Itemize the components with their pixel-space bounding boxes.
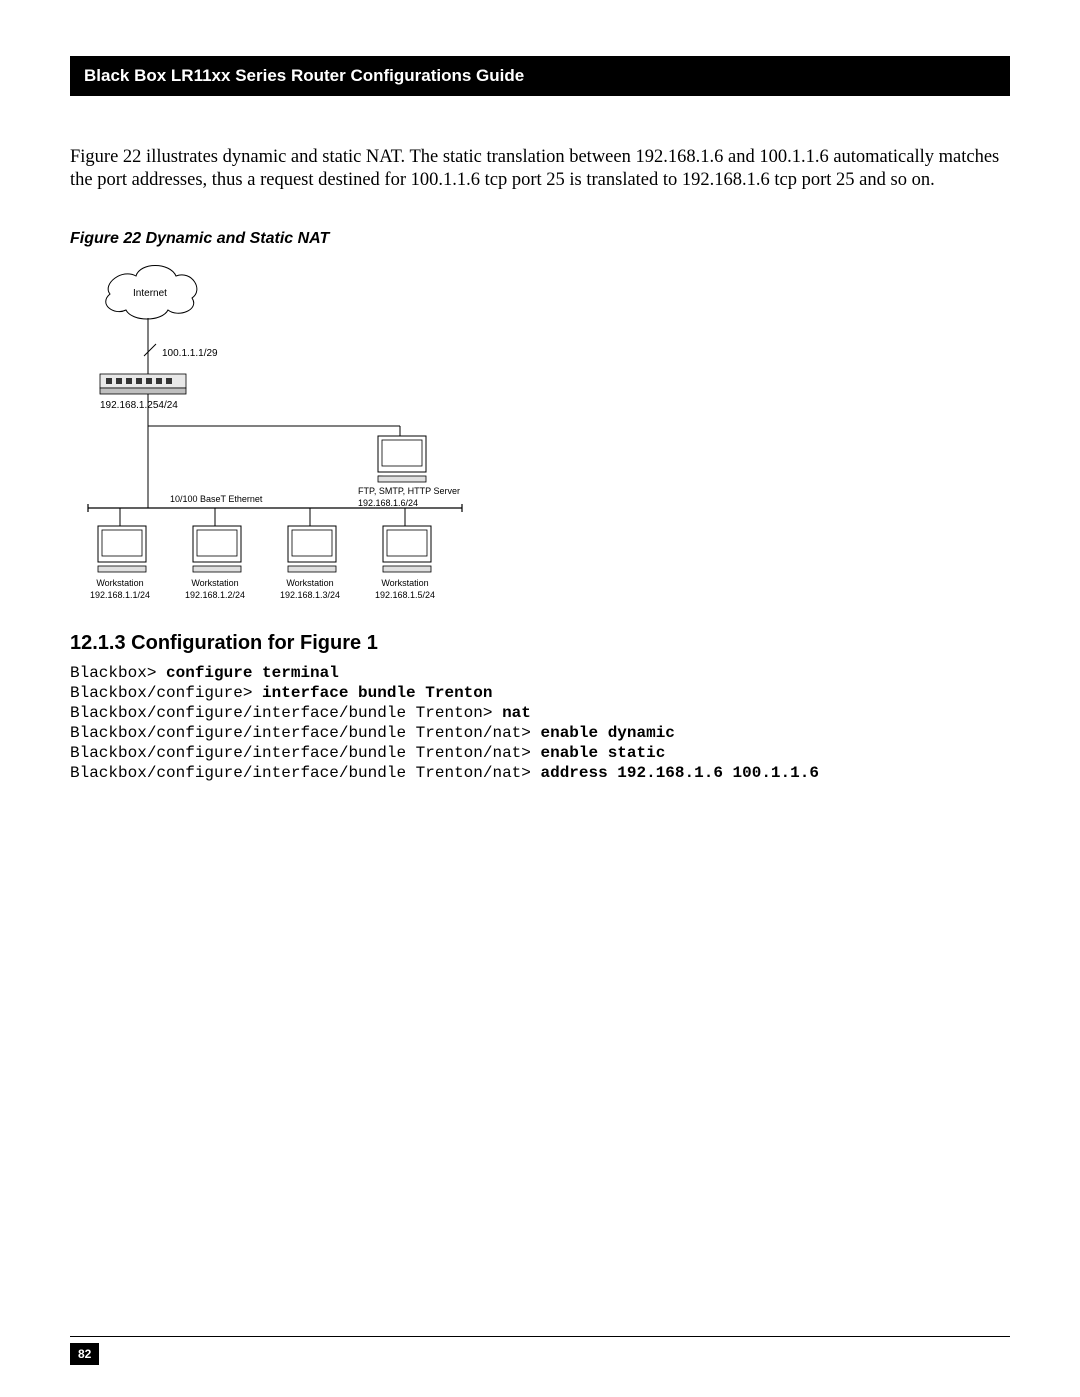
terminal-prompt: Blackbox/configure/interface/bundle Tren… [70, 764, 540, 782]
figure-diagram: Internet 100.1.1.1/29 192.168.1.254/24 [70, 256, 1010, 626]
ws1-name: Workstation [96, 578, 143, 588]
terminal-prompt: Blackbox> [70, 664, 166, 682]
page-number: 82 [70, 1343, 99, 1365]
intro-paragraph: Figure 22 illustrates dynamic and static… [70, 146, 1010, 192]
terminal-line: Blackbox/configure/interface/bundle Tren… [70, 703, 1010, 723]
server-label-2: 192.168.1.6/24 [358, 498, 418, 508]
terminal-prompt: Blackbox/configure/interface/bundle Tren… [70, 704, 502, 722]
workstation-icon [98, 526, 146, 572]
figure-caption: Figure 22 Dynamic and Static NAT [70, 230, 1010, 248]
terminal-prompt: Blackbox/configure/interface/bundle Tren… [70, 724, 540, 742]
ws1-ip: 192.168.1.1/24 [90, 590, 150, 600]
server-icon [378, 436, 426, 482]
ws2-ip: 192.168.1.2/24 [185, 590, 245, 600]
ws3-name: Workstation [286, 578, 333, 588]
terminal-command: configure terminal [166, 664, 339, 682]
terminal-line: Blackbox/configure> interface bundle Tre… [70, 683, 1010, 703]
lan-ip-label: 192.168.1.254/24 [100, 400, 178, 411]
terminal-line: Blackbox> configure terminal [70, 663, 1010, 683]
ws3-ip: 192.168.1.3/24 [280, 590, 340, 600]
footer-rule [70, 1336, 1010, 1337]
workstation-icon [383, 526, 431, 572]
terminal-command: nat [502, 704, 531, 722]
cloud-icon: Internet [106, 266, 197, 320]
ws2-name: Workstation [191, 578, 238, 588]
terminal-block: Blackbox> configure terminal Blackbox/co… [70, 663, 1010, 783]
terminal-command: enable dynamic [540, 724, 674, 742]
lan-segment-label: 10/100 BaseT Ethernet [170, 494, 263, 504]
ws4-name: Workstation [381, 578, 428, 588]
terminal-command: enable static [540, 744, 665, 762]
router-icon [100, 374, 186, 394]
workstation-icon [288, 526, 336, 572]
server-label-1: FTP, SMTP, HTTP Server [358, 486, 460, 496]
terminal-line: Blackbox/configure/interface/bundle Tren… [70, 723, 1010, 743]
terminal-line: Blackbox/configure/interface/bundle Tren… [70, 763, 1010, 783]
section-heading: 12.1.3 Configuration for Figure 1 [70, 632, 1010, 655]
terminal-prompt: Blackbox/configure> [70, 684, 262, 702]
page: Black Box LR11xx Series Router Configura… [0, 0, 1080, 1397]
header-bar: Black Box LR11xx Series Router Configura… [70, 56, 1010, 96]
terminal-prompt: Blackbox/configure/interface/bundle Tren… [70, 744, 540, 762]
cloud-label: Internet [133, 288, 167, 299]
terminal-line: Blackbox/configure/interface/bundle Tren… [70, 743, 1010, 763]
ws4-ip: 192.168.1.5/24 [375, 590, 435, 600]
header-title: Black Box LR11xx Series Router Configura… [84, 66, 524, 85]
wan-ip-label: 100.1.1.1/29 [162, 348, 218, 359]
terminal-command: interface bundle Trenton [262, 684, 492, 702]
workstation-icon [193, 526, 241, 572]
terminal-command: address 192.168.1.6 100.1.1.6 [540, 764, 818, 782]
